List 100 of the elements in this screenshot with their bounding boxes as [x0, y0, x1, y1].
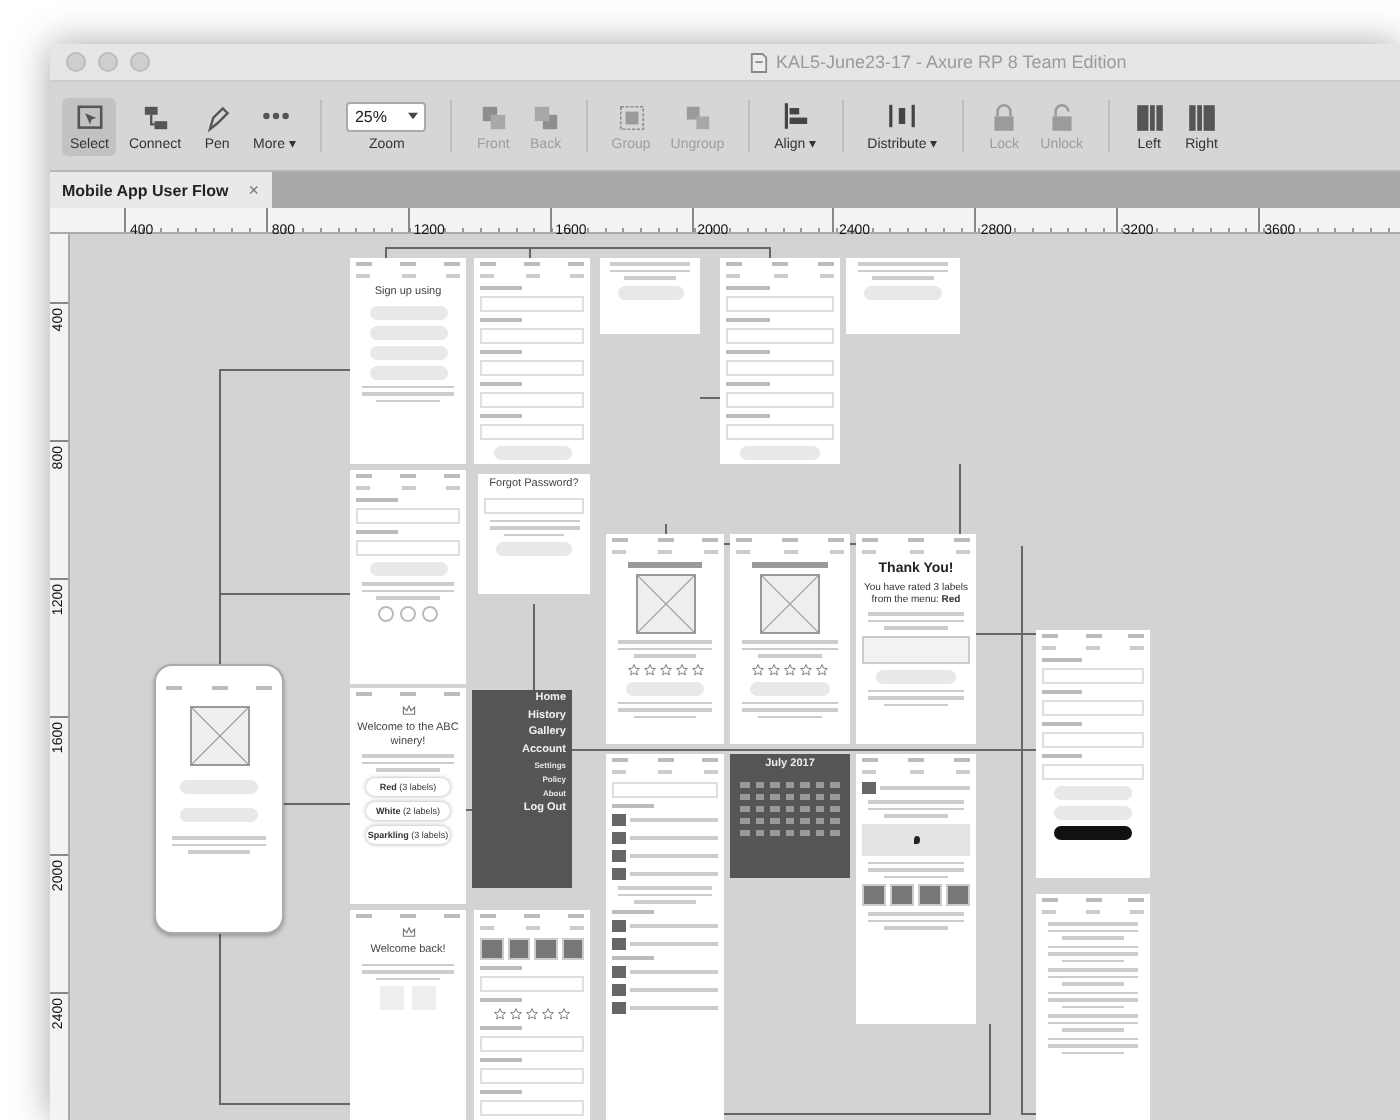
star-icon[interactable] [659, 663, 671, 675]
image-placeholder [189, 706, 249, 766]
text-lines [736, 701, 844, 718]
star-icon[interactable] [691, 663, 703, 675]
status-bar [166, 686, 272, 692]
input-field[interactable] [356, 540, 460, 556]
input-field[interactable] [480, 328, 584, 344]
star-icon[interactable] [752, 663, 764, 675]
social-circle-icon[interactable] [422, 605, 438, 621]
nav-bar [862, 770, 970, 776]
star-icon[interactable] [800, 663, 812, 675]
text-area[interactable] [862, 635, 970, 663]
status-bar [356, 262, 460, 268]
heading-placeholder [752, 562, 828, 568]
input-field[interactable] [726, 424, 834, 440]
text-lines [1042, 968, 1144, 985]
list-item[interactable] [612, 832, 718, 844]
distribute-icon [886, 100, 919, 132]
input-field[interactable] [726, 360, 834, 376]
input-field[interactable] [356, 508, 460, 524]
star-icon[interactable] [494, 1008, 506, 1020]
list-item[interactable] [612, 983, 718, 995]
photo-thumbnail [561, 938, 584, 960]
text-lines [356, 754, 460, 772]
list-item[interactable] [612, 965, 718, 977]
input-field[interactable] [480, 392, 584, 408]
input-field[interactable] [612, 782, 718, 798]
window-title: KAL5-June23-17 - Axure RP 8 Team Edition [776, 52, 1127, 72]
star-icon[interactable] [643, 663, 655, 675]
status-bar [480, 262, 584, 268]
window-zoom-button[interactable] [130, 52, 150, 72]
star-icon[interactable] [627, 663, 639, 675]
text-lines [166, 836, 272, 853]
star-icon[interactable] [558, 1008, 570, 1020]
window-close-button[interactable] [66, 52, 86, 72]
star-icon[interactable] [816, 663, 828, 675]
star-icon[interactable] [768, 663, 780, 675]
text-lines [852, 262, 954, 279]
input-field[interactable] [480, 360, 584, 376]
list-item[interactable] [862, 782, 970, 794]
connector-line [283, 803, 351, 805]
status-bar [1042, 898, 1144, 904]
photo-thumbnail [890, 884, 914, 906]
list-item[interactable] [612, 1001, 718, 1013]
document-tab[interactable]: Mobile App User Flow × [50, 172, 272, 208]
input-field[interactable] [480, 976, 584, 992]
list-item[interactable] [612, 850, 718, 862]
align-left-icon [779, 100, 812, 132]
photo-thumbnail [862, 884, 886, 906]
nav-bar [480, 926, 584, 932]
tab-close-button[interactable]: × [248, 180, 260, 200]
text-lines [606, 262, 694, 279]
text-lines [1042, 945, 1144, 962]
photo-thumbnail [534, 938, 557, 960]
input-field[interactable] [1042, 700, 1144, 716]
text-lines [1042, 1037, 1144, 1054]
input-field[interactable] [1042, 668, 1144, 684]
status-bar [356, 474, 460, 480]
input-field[interactable] [480, 424, 584, 440]
document-icon [750, 51, 768, 73]
nav-bar [356, 274, 460, 280]
zoom-dropdown[interactable]: 25% [346, 101, 427, 131]
input-field[interactable] [480, 1036, 584, 1052]
heading-placeholder [627, 562, 703, 568]
star-icon[interactable] [542, 1008, 554, 1020]
status-bar [862, 758, 970, 764]
star-icon[interactable] [784, 663, 796, 675]
input-field[interactable] [480, 1100, 584, 1116]
nav-bar [356, 486, 460, 492]
input-field[interactable] [726, 296, 834, 312]
map-placeholder [862, 823, 970, 855]
delete-button[interactable] [1054, 826, 1132, 840]
nav-bar [862, 550, 970, 556]
list-item[interactable] [612, 868, 718, 880]
list-item[interactable] [612, 814, 718, 826]
nav-bar [726, 274, 834, 280]
input-field[interactable] [484, 497, 584, 514]
window-minimize-button[interactable] [98, 52, 118, 72]
photo-thumbnail [918, 884, 942, 906]
input-field[interactable] [726, 328, 834, 344]
text-lines [862, 912, 970, 929]
star-icon[interactable] [675, 663, 687, 675]
star-icon[interactable] [510, 1008, 522, 1020]
status-bar [726, 262, 834, 268]
text-lines [862, 612, 970, 629]
input-field[interactable] [480, 296, 584, 312]
text-lines [612, 886, 718, 903]
list-item[interactable] [612, 937, 718, 949]
input-field[interactable] [726, 392, 834, 408]
input-field[interactable] [480, 1068, 584, 1084]
social-circle-icon[interactable] [378, 605, 394, 621]
input-field[interactable] [1042, 764, 1144, 780]
status-bar [480, 914, 584, 920]
nav-bar [1042, 646, 1144, 652]
nav-bar [1042, 910, 1144, 916]
nav-bar [612, 770, 718, 776]
list-item[interactable] [612, 919, 718, 931]
star-icon[interactable] [526, 1008, 538, 1020]
input-field[interactable] [1042, 732, 1144, 748]
social-circle-icon[interactable] [400, 605, 416, 621]
